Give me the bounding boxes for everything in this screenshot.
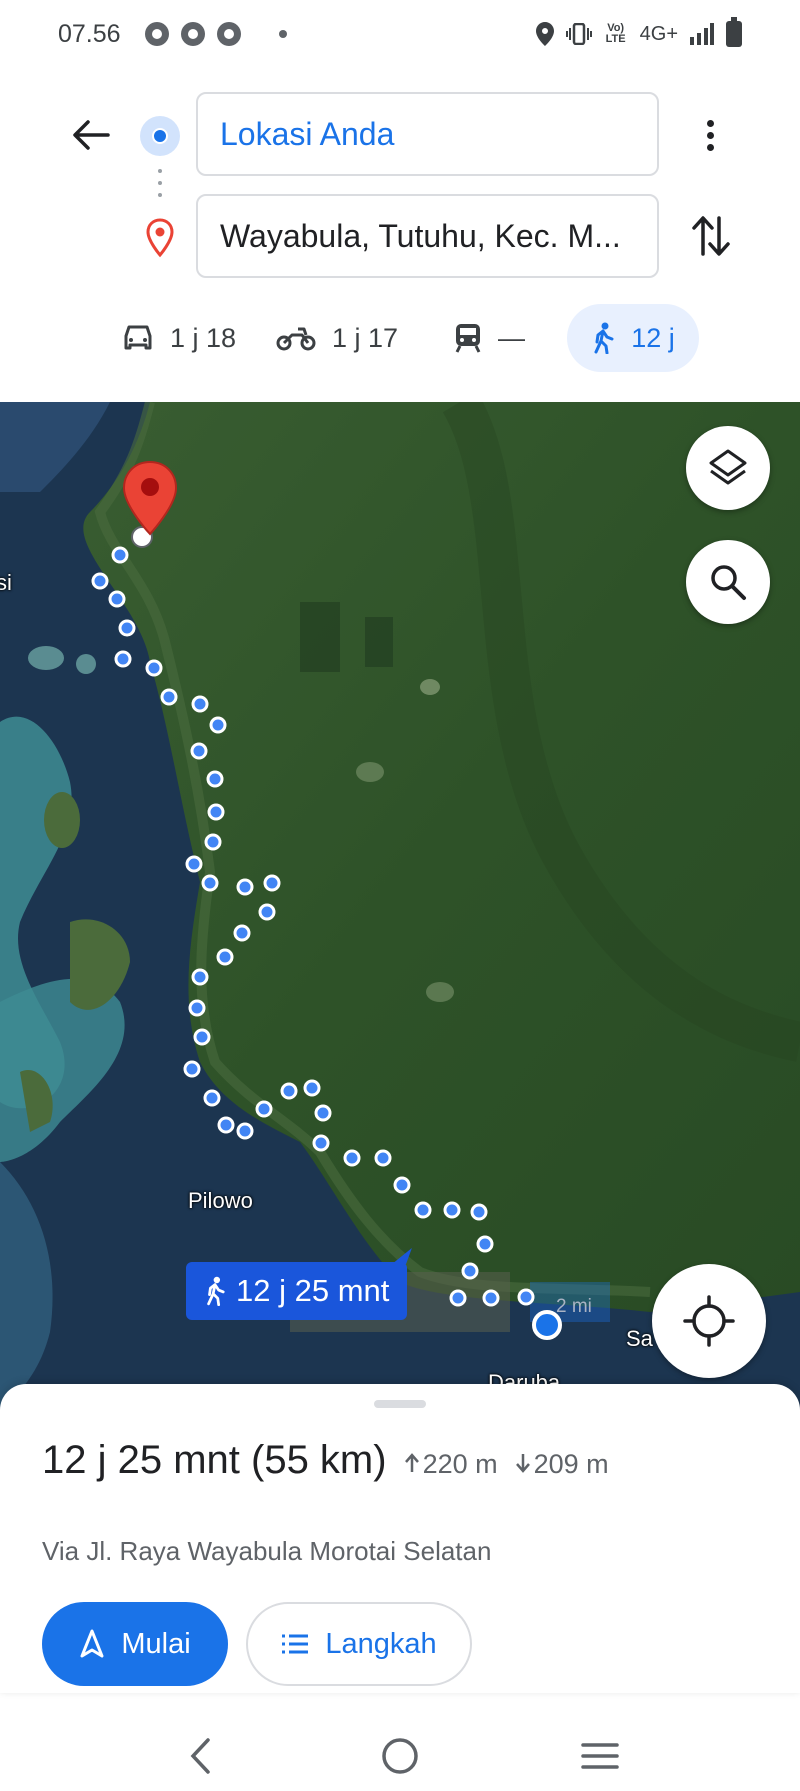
map-label-sa: Sa — [626, 1326, 653, 1351]
ascent-value: 220 m — [422, 1449, 498, 1479]
start-button[interactable]: Mulai — [42, 1602, 228, 1686]
notification-dot-icon — [278, 30, 287, 38]
motorcycle-icon — [276, 327, 316, 351]
steps-button[interactable]: Langkah — [246, 1602, 472, 1686]
arrow-up-icon — [404, 1453, 419, 1472]
map-scale: 2 mi — [556, 1296, 592, 1317]
descent-value: 209 m — [533, 1449, 609, 1479]
status-icons: Vo) LTE 4G+ — [535, 17, 742, 47]
descent: 209 m — [515, 1449, 609, 1480]
system-nav-bar — [0, 1721, 800, 1791]
nav-recents-button[interactable] — [570, 1726, 630, 1786]
map-view[interactable]: Pilowo Daruba Sa si 2 mi 12 j 25 mnt — [0, 402, 800, 1412]
layers-icon — [709, 449, 747, 485]
vibrate-icon — [565, 23, 592, 45]
ascent: 220 m — [404, 1449, 498, 1480]
map-destination-pin-icon — [122, 460, 178, 536]
steps-button-label: Langkah — [325, 1627, 437, 1660]
map-label-pilowo: Pilowo — [188, 1188, 253, 1213]
start-button-label: Mulai — [121, 1627, 191, 1660]
route-via: Via Jl. Raya Wayabula Morotai Selatan — [42, 1536, 492, 1566]
destination-pin-icon — [146, 218, 174, 258]
map-search-button[interactable] — [686, 540, 770, 624]
status-bar: 07.56 Vo) LTE 4G+ — [0, 0, 800, 68]
mode-walking-label: 12 j — [631, 322, 675, 353]
route-summary-line: 12 j 25 mnt (55 km) 220 m 209 m — [42, 1438, 609, 1483]
battery-icon — [726, 17, 742, 47]
route-summary: 12 j 25 mnt (55 km) — [42, 1438, 387, 1482]
route-summary-sheet: 12 j 25 mnt (55 km) 220 m 209 m Via Jl. … — [0, 1384, 800, 1693]
list-icon — [282, 1634, 309, 1654]
home-icon — [382, 1738, 418, 1774]
mode-motorcycle[interactable]: 1 j 17 — [276, 304, 398, 372]
sheet-drag-handle[interactable] — [374, 1400, 426, 1408]
mode-walking[interactable]: 12 j — [567, 304, 699, 372]
swap-vert-icon — [692, 216, 730, 256]
directions-header: Lokasi Anda Wayabula, Tutuhu, Kec. M... … — [0, 68, 800, 402]
walk-icon — [207, 1276, 225, 1306]
status-time: 07.56 — [58, 19, 121, 48]
transit-icon — [455, 324, 481, 353]
mode-motorcycle-label: 1 j 17 — [332, 322, 399, 353]
nav-back-button[interactable] — [170, 1726, 230, 1786]
search-icon — [711, 565, 746, 600]
travel-modes: 1 j 18 1 j 17 — 12 j — [0, 304, 800, 374]
route-duration-label: 12 j 25 mnt — [236, 1273, 390, 1308]
my-location-button[interactable] — [652, 1264, 766, 1378]
destination-input[interactable]: Wayabula, Tutuhu, Kec. M... — [196, 194, 659, 278]
layers-button[interactable] — [686, 426, 770, 510]
chrome-icon — [216, 22, 241, 46]
swap-button[interactable] — [686, 208, 736, 264]
mode-driving-label: 1 j 18 — [170, 322, 237, 353]
origin-marker-icon — [140, 116, 180, 156]
chrome-icon — [180, 22, 205, 46]
back-icon — [190, 1738, 210, 1774]
origin-input[interactable]: Lokasi Anda — [196, 92, 659, 176]
more-options-button[interactable] — [690, 110, 730, 160]
location-icon — [535, 22, 554, 46]
network-4g-icon: 4G+ — [639, 22, 678, 45]
arrow-back-icon — [73, 120, 110, 150]
arrow-down-icon — [515, 1454, 530, 1473]
chrome-icon — [144, 22, 169, 46]
route-duration-chip[interactable]: 12 j 25 mnt — [186, 1262, 408, 1320]
navigation-arrow-icon — [80, 1629, 104, 1658]
volte-icon: Vo) LTE — [605, 22, 626, 45]
car-icon — [124, 325, 152, 350]
recents-icon — [581, 1743, 619, 1769]
my-location-icon — [683, 1295, 735, 1347]
walk-icon — [594, 322, 614, 354]
back-button[interactable] — [66, 110, 116, 160]
mode-transit-label: — — [498, 322, 525, 353]
nav-home-button[interactable] — [370, 1726, 430, 1786]
route-connector-icon — [158, 169, 162, 211]
mode-driving[interactable]: 1 j 18 — [122, 304, 236, 372]
signal-icon — [690, 23, 714, 45]
mode-transit[interactable]: — — [454, 304, 525, 372]
map-label-si: si — [0, 570, 12, 595]
